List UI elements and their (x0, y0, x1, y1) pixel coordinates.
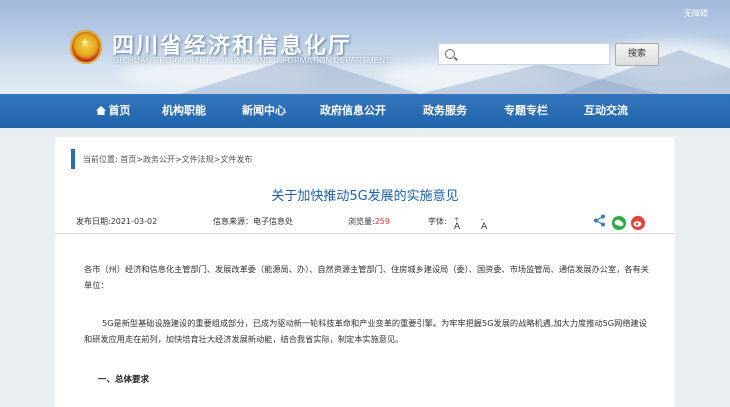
breadcrumb-prefix: 当前位置: (83, 155, 118, 164)
article-title: 关于加快推动5G发展的实施意见 (271, 189, 459, 204)
national-emblem-icon: ★ (70, 30, 102, 64)
nav-item-gov-info[interactable]: 政府信息公开 (313, 94, 393, 128)
nav-item-interaction[interactable]: 互动交流 (574, 94, 638, 128)
font-increase-label: A (454, 222, 461, 232)
breadcrumb-path[interactable]: 首页>政务公开>文件法规>文件发布 (120, 155, 252, 164)
info-source: 信息来源：电子信息处 (213, 217, 293, 226)
nav-item-label: 首页 (108, 104, 131, 117)
breadcrumb: 当前位置: 首页>政务公开>文件法规>文件发布 (83, 154, 252, 165)
font-increase-button[interactable]: A + (454, 216, 460, 232)
views-value: 259 (374, 217, 390, 226)
article-paragraph: 5G是新型基础设施建设的重要组成部分，已成为驱动新一轮科技革命和产业变革的重要引… (84, 318, 647, 344)
publish-date: 发布日期:2021-03-02 (76, 217, 158, 226)
search-icon (445, 49, 455, 59)
nav-item-services[interactable]: 政务服务 (413, 94, 477, 128)
search-input[interactable] (459, 46, 607, 62)
share-icon[interactable] (593, 214, 606, 227)
breadcrumb-marker (71, 149, 75, 169)
nav-item-organization[interactable]: 机构职能 (152, 94, 216, 128)
wechat-icon[interactable] (612, 216, 626, 230)
search-button[interactable]: 搜索 (615, 43, 659, 66)
accessibility-link[interactable]: 无障碍 (684, 8, 708, 19)
main-nav: 首页 机构职能 新闻中心 政府信息公开 政务服务 专题专栏 互动交流 (0, 94, 730, 128)
article-paragraph: 各市（州）经济和信息化主管部门、发展改革委（能源局、办）、自然资源主管部门、住房… (84, 264, 649, 290)
section-heading: 一、总体要求 (98, 375, 150, 385)
site-subtitle: SICHUAN PROVINCIAL ECONOMIC AND INFORMAT… (114, 56, 391, 65)
weibo-icon[interactable] (631, 216, 645, 230)
article-meta: 发布日期:2021-03-02 信息来源：电子信息处 浏览量:259 字体: A… (55, 210, 675, 234)
search-field[interactable] (438, 43, 610, 65)
nav-item-news[interactable]: 新闻中心 (232, 94, 296, 128)
font-decrease-button[interactable]: A- (481, 216, 487, 232)
header-banner: 无障碍 ★ 四川省经济和信息化厅 SICHUAN PROVINCIAL ECON… (0, 0, 730, 94)
font-decrease-label: A (481, 222, 488, 232)
article-card: 当前位置: 首页>政务公开>文件法规>文件发布 关于加快推动5G发展的实施意见 … (55, 137, 675, 407)
home-icon (95, 106, 106, 115)
nav-item-home[interactable]: 首页 (88, 94, 138, 128)
font-size-label: 字体: (428, 217, 447, 226)
views-label: 浏览量: (348, 217, 375, 226)
views-count: 浏览量:259 (348, 216, 390, 227)
nav-item-topics[interactable]: 专题专栏 (494, 94, 558, 128)
